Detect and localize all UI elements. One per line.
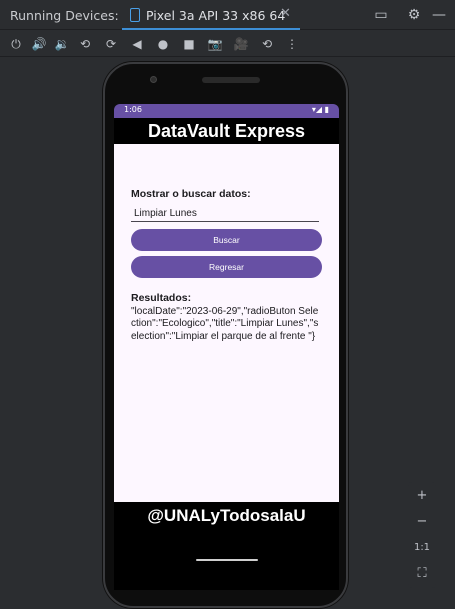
rotate-left-icon[interactable]: ⟲ [76, 35, 94, 53]
footer-handle: @UNALyTodosalaU [147, 506, 306, 525]
restore-icon[interactable]: ▭ [372, 6, 390, 24]
footer-area: @UNALyTodosalaU [114, 502, 339, 590]
running-devices-header: Running Devices: Pixel 3a API 33 x86 64 … [0, 0, 455, 30]
device-tab[interactable]: Pixel 3a API 33 x86 64 ✕ [122, 0, 300, 30]
power-icon[interactable]: ⏻ [7, 35, 25, 53]
speaker-grille [202, 77, 260, 83]
zoom-panel: + − 1:1 ⛶ [408, 482, 436, 588]
volume-up-icon[interactable]: 🔊 [30, 35, 48, 53]
results-label: Resultados: [131, 292, 192, 304]
overview-icon[interactable]: ■ [180, 35, 198, 53]
back-button[interactable]: Regresar [131, 256, 322, 278]
device-tab-label: Pixel 3a API 33 x86 64 [146, 8, 286, 23]
zoom-in-icon[interactable]: + [408, 485, 436, 507]
zoom-out-icon[interactable]: − [408, 511, 436, 533]
app-bar: DataVault Express [114, 118, 339, 144]
app-title: DataVault Express [147, 121, 306, 141]
search-button[interactable]: Buscar [131, 229, 322, 251]
tab-active-indicator [122, 28, 300, 30]
status-bar: 1:06 ▾◢ ▮ [114, 104, 339, 118]
camera-icon [150, 76, 157, 83]
results-text: "localDate":"2023-06-29","radioButon Sel… [131, 306, 319, 342]
back-icon[interactable]: ◀ [128, 35, 146, 53]
panel-title: Running Devices: [10, 8, 119, 23]
search-input[interactable]: Limpiar Lunes [131, 206, 319, 222]
gesture-nav-handle[interactable] [196, 559, 258, 561]
gear-icon[interactable]: ⚙ [405, 6, 423, 24]
actual-size-button[interactable]: 1:1 [408, 537, 436, 559]
app-content: Mostrar o buscar datos: Limpiar Lunes Bu… [114, 144, 339, 502]
more-icon[interactable]: ⋮ [283, 35, 301, 53]
fit-screen-icon[interactable]: ⛶ [408, 563, 436, 585]
snapshot-icon[interactable]: ⟲ [258, 35, 276, 53]
close-icon[interactable]: ✕ [280, 6, 291, 21]
minimize-icon[interactable]: — [430, 6, 448, 24]
search-input-value: Limpiar Lunes [134, 208, 197, 219]
device-toolbar: ⏻ 🔊 🔉 ⟲ ⟳ ◀ ● ■ 📷 🎥 ⟲ ⋮ [0, 31, 455, 57]
screenshot-icon[interactable]: 📷 [206, 35, 224, 53]
search-label: Mostrar o buscar datos: [131, 188, 251, 200]
status-time: 1:06 [124, 105, 142, 114]
rotate-right-icon[interactable]: ⟳ [102, 35, 120, 53]
home-icon[interactable]: ● [154, 35, 172, 53]
record-icon[interactable]: 🎥 [232, 35, 250, 53]
volume-down-icon[interactable]: 🔉 [53, 35, 71, 53]
status-icons: ▾◢ ▮ [311, 105, 329, 114]
device-icon [130, 8, 140, 22]
